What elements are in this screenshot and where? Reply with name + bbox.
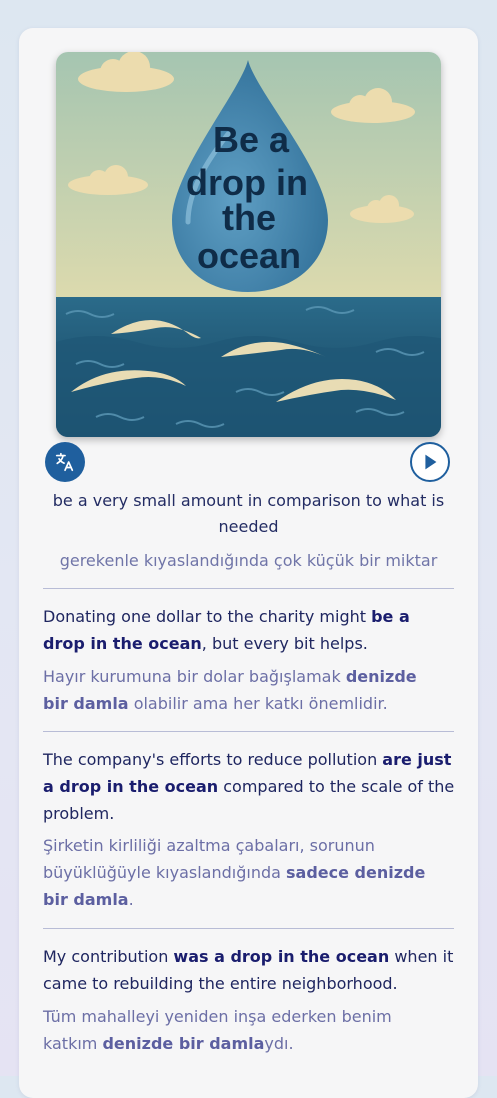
translate-icon xyxy=(55,452,74,472)
idiom-card: Be a drop in the ocean be a very small a… xyxy=(19,28,478,1098)
highlighted-idiom-translation: denizde bir damla xyxy=(102,1034,265,1053)
highlighted-idiom: was a drop in the ocean xyxy=(173,947,390,966)
definition-translation: gerekenle kıyaslandığında çok küçük bir … xyxy=(59,551,438,570)
play-icon xyxy=(425,454,437,470)
example-sentence-2: The company's efforts to reduce pollutio… xyxy=(43,750,455,823)
svg-text:ocean: ocean xyxy=(197,235,301,276)
divider xyxy=(43,588,454,589)
example-translation-3: Tüm mahalleyi yeniden inşa ederken benim… xyxy=(43,1007,392,1053)
example-translation-1: Hayır kurumuna bir dolar bağışlamak deni… xyxy=(43,667,417,713)
example-translation-2: Şirketin kirliliği azaltma çabaları, sor… xyxy=(43,836,426,909)
definition-text: be a very small amount in comparison to … xyxy=(52,491,445,536)
drop-in-ocean-illustration: Be a drop in the ocean xyxy=(56,52,441,437)
translate-button[interactable] xyxy=(45,442,85,482)
svg-text:the: the xyxy=(222,197,276,238)
divider xyxy=(43,928,454,929)
idiom-illustration: Be a drop in the ocean xyxy=(56,52,441,437)
example-sentence-1: Donating one dollar to the charity might… xyxy=(43,607,410,653)
play-audio-button[interactable] xyxy=(410,442,450,482)
example-sentence-3: My contribution was a drop in the ocean … xyxy=(43,947,454,993)
svg-text:Be a: Be a xyxy=(213,119,290,160)
divider xyxy=(43,731,454,732)
